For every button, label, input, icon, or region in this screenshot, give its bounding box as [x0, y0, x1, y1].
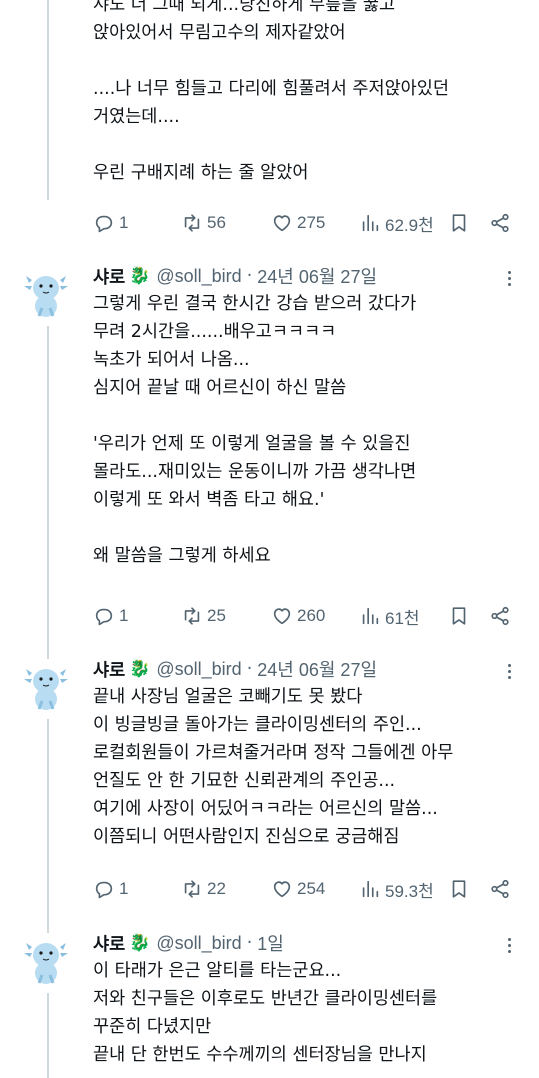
retweet-button[interactable]: 25	[181, 602, 226, 630]
retweet-icon	[184, 880, 200, 898]
thread-line	[47, 719, 49, 941]
views-button[interactable]: 62.9천	[359, 209, 434, 237]
reply-icon	[95, 881, 113, 899]
views-count: 61천	[385, 608, 420, 628]
reply-count: 1	[119, 879, 129, 898]
tweet-actions: 1 56 275 62.9천	[93, 209, 523, 237]
tweet: 샤로 🐉 @soll_bird · 24년 06월 27일 그렇게 우린 결국 …	[0, 262, 539, 666]
retweet-count: 56	[207, 213, 226, 232]
tweet-header: 샤로 🐉 @soll_bird · 1일	[93, 930, 284, 956]
tweet: 샤로 🐉 @soll_bird · 1일 이 타래가 은근 알티를 타는군요..…	[0, 929, 539, 1078]
retweet-button[interactable]: 56	[181, 209, 226, 237]
like-count: 260	[297, 606, 326, 625]
timestamp[interactable]: 24년 06월 27일	[257, 656, 377, 682]
views-chart-icon	[362, 607, 379, 625]
retweet-count: 22	[207, 879, 226, 898]
display-name[interactable]: 샤로	[93, 657, 125, 682]
tweet-partial-top: 샤도 더 그때 되게...당진하게 무릎을 꿇고 앉아있어서 무림고수의 제자같…	[0, 0, 539, 250]
share-icon	[491, 213, 509, 233]
dragon-emoji-icon: 🐉	[129, 933, 151, 953]
dragon-emoji-icon: 🐉	[129, 659, 151, 679]
tweet: 샤로 🐉 @soll_bird · 24년 06월 27일 끝내 사장님 얼굴은…	[0, 655, 539, 941]
thread-line	[47, 326, 49, 666]
separator-dot: ·	[246, 933, 253, 953]
axolotl-avatar-icon	[24, 669, 68, 710]
dragon-emoji-icon: 🐉	[129, 266, 151, 286]
reply-button[interactable]: 1	[93, 875, 128, 903]
more-options-button[interactable]	[499, 659, 519, 683]
display-name[interactable]: 샤로	[93, 264, 125, 289]
tweet-header: 샤로 🐉 @soll_bird · 24년 06월 27일	[93, 263, 377, 289]
share-icon	[491, 879, 509, 899]
tweet-header: 샤로 🐉 @soll_bird · 24년 06월 27일	[93, 656, 377, 682]
bookmark-button[interactable]	[448, 875, 470, 903]
reply-count: 1	[119, 606, 129, 625]
like-button[interactable]: 260	[271, 602, 325, 630]
user-handle[interactable]: @soll_bird	[156, 266, 241, 287]
separator-dot: ·	[246, 266, 253, 286]
share-button[interactable]	[489, 875, 511, 903]
timestamp[interactable]: 1일	[257, 930, 284, 956]
share-icon	[491, 606, 509, 626]
share-button[interactable]	[489, 602, 511, 630]
axolotl-avatar-icon	[24, 943, 68, 984]
reply-button[interactable]: 1	[93, 209, 128, 237]
avatar[interactable]	[20, 266, 72, 318]
axolotl-avatar-icon	[24, 276, 68, 317]
like-count: 254	[297, 879, 326, 898]
views-chart-icon	[362, 214, 379, 232]
more-options-button[interactable]	[499, 933, 519, 957]
thread-line	[47, 0, 49, 200]
tweet-text: 이 타래가 은근 알티를 타는군요... 저와 친구들은 이후로도 반년간 클라…	[93, 961, 438, 1065]
tweet-text: 끝내 사장님 얼굴은 코빼기도 못 봤다 이 빙글빙글 돌아가는 클라이밍센터의…	[93, 687, 454, 847]
tweet-text: 샤도 더 그때 되게...당진하게 무릎을 꿇고 앉아있어서 무림고수의 제자같…	[93, 0, 449, 183]
heart-icon	[273, 608, 291, 625]
like-button[interactable]: 275	[271, 209, 325, 237]
separator-dot: ·	[246, 659, 253, 679]
views-button[interactable]: 59.3천	[359, 875, 434, 903]
retweet-icon	[184, 607, 200, 625]
tweet-actions: 1 22 254 59.3천	[93, 875, 523, 903]
heart-icon	[273, 215, 291, 232]
reply-icon	[95, 608, 113, 626]
tweet-text: 그렇게 우린 결국 한시간 강습 받으러 갔다가 무려 2시간을......배우…	[93, 294, 417, 566]
user-handle[interactable]: @soll_bird	[156, 659, 241, 680]
like-button[interactable]: 254	[271, 875, 325, 903]
reply-icon	[95, 215, 113, 233]
like-count: 275	[297, 213, 326, 232]
more-options-button[interactable]	[499, 266, 519, 290]
heart-icon	[273, 881, 291, 898]
retweet-button[interactable]: 22	[181, 875, 226, 903]
views-count: 59.3천	[385, 881, 434, 901]
tweet-actions: 1 25 260 61천	[93, 602, 523, 630]
retweet-count: 25	[207, 606, 226, 625]
avatar[interactable]	[20, 659, 72, 711]
timestamp[interactable]: 24년 06월 27일	[257, 263, 377, 289]
share-button[interactable]	[489, 209, 511, 237]
user-handle[interactable]: @soll_bird	[156, 933, 241, 954]
views-count: 62.9천	[385, 215, 434, 235]
bookmark-icon	[452, 607, 466, 625]
reply-count: 1	[119, 213, 129, 232]
bookmark-icon	[452, 214, 466, 232]
retweet-icon	[184, 214, 200, 232]
display-name[interactable]: 샤로	[93, 931, 125, 956]
bookmark-button[interactable]	[448, 209, 470, 237]
thread-line	[47, 993, 49, 1078]
views-chart-icon	[362, 880, 379, 898]
bookmark-button[interactable]	[448, 602, 470, 630]
views-button[interactable]: 61천	[359, 602, 420, 630]
bookmark-icon	[452, 880, 466, 898]
reply-button[interactable]: 1	[93, 602, 128, 630]
avatar[interactable]	[20, 933, 72, 985]
